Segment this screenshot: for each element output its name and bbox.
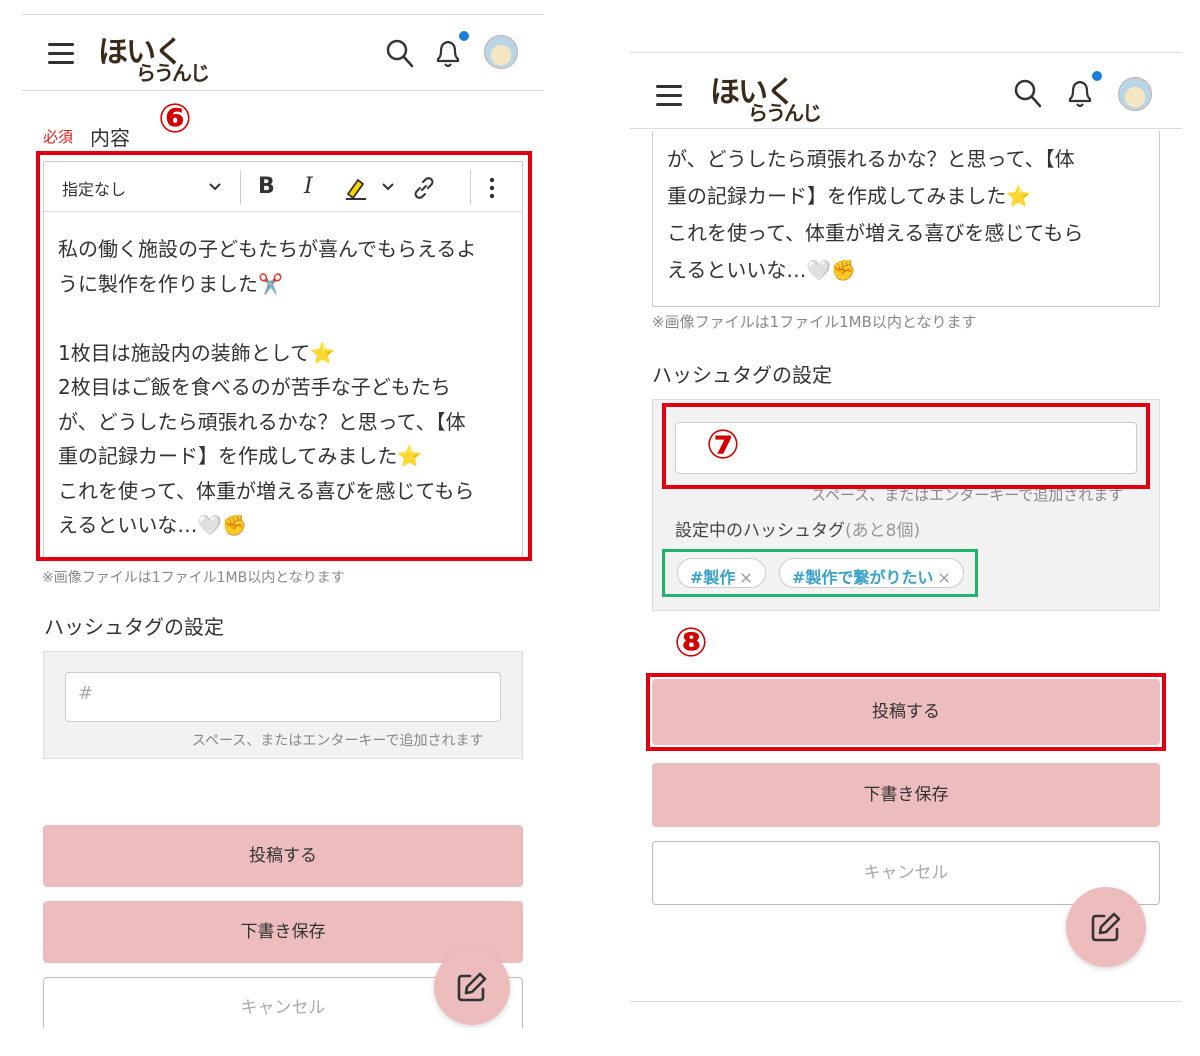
content-label: 内容 (90, 126, 130, 150)
hashtag-heading: ハッシュタグの設定 (44, 615, 224, 639)
edit-icon (457, 972, 487, 1002)
save-draft-button[interactable]: 下書き保存 (652, 763, 1160, 827)
editor-line: これを使って、体重が増える喜びを感じてもら (667, 221, 1084, 245)
app-header: ほいく らうんじ (630, 53, 1182, 129)
highlight-box-8 (646, 673, 1166, 751)
notification-dot (459, 31, 469, 41)
search-icon[interactable] (1014, 79, 1042, 109)
logo-sub: らうんじ (748, 101, 822, 125)
right-screenshot: ほいく らうんじ が、どうしたら頑張れるかな？と思って、【体 重の記録カード】を… (630, 52, 1182, 1002)
image-size-note: ※画像ファイルは1ファイル1MB以内となります (42, 570, 345, 586)
editor-line: 重の記録カード】を作成してみました⭐ (667, 184, 1032, 208)
compose-fab[interactable] (1066, 887, 1146, 967)
highlight-box-tags (662, 549, 978, 597)
current-tags-label: 設定中のハッシュタグ(あと8個) (675, 516, 920, 541)
app-header: ほいく らうんじ (22, 15, 544, 91)
hashtag-panel: # スペース、またはエンターキーで追加されます (43, 651, 523, 759)
bell-icon[interactable] (434, 37, 462, 69)
post-button[interactable]: 投稿する (43, 825, 523, 887)
hashtag-hint: スペース、またはエンターキーで追加されます (192, 733, 484, 749)
hashtag-input[interactable]: # (65, 672, 501, 722)
annotation-6: ⑥ (158, 96, 192, 142)
avatar[interactable] (1118, 77, 1152, 111)
notification-dot (1092, 71, 1102, 81)
menu-icon[interactable] (656, 85, 682, 106)
highlight-box-6 (36, 151, 532, 561)
image-size-note: ※画像ファイルは1ファイル1MB以内となります (652, 313, 977, 331)
search-icon[interactable] (386, 39, 414, 69)
current-tags-text: 設定中のハッシュタグ (675, 521, 845, 541)
logo[interactable]: ほいく らうんじ (98, 27, 210, 106)
avatar[interactable] (484, 35, 518, 69)
logo-sub: らうんじ (136, 61, 210, 85)
editor-line: えるといいな…🤍✊ (667, 258, 857, 282)
menu-icon[interactable] (48, 43, 74, 64)
bell-icon[interactable] (1066, 77, 1094, 109)
content-editor[interactable]: が、どうしたら頑張れるかな？と思って、【体 重の記録カード】を作成してみました⭐… (652, 131, 1160, 307)
save-draft-button[interactable]: 下書き保存 (43, 901, 523, 963)
left-screenshot: ほいく らうんじ ⑥ 必須 内容 指定なし B I 私の働く施設の子どもたちが喜… (22, 14, 544, 1028)
annotation-7: ⑦ (706, 422, 740, 468)
hashtag-heading: ハッシュタグの設定 (652, 363, 832, 387)
annotation-8: ⑧ (674, 620, 708, 666)
required-badge: 必須 (43, 128, 74, 146)
compose-fab[interactable] (434, 949, 510, 1025)
edit-icon (1091, 912, 1121, 942)
editor-line: が、どうしたら頑張れるかな？と思って、【体 (667, 147, 1075, 171)
editor-body[interactable]: が、どうしたら頑張れるかな？と思って、【体 重の記録カード】を作成してみました⭐… (667, 141, 1083, 289)
tags-remaining: (あと8個) (845, 521, 921, 541)
